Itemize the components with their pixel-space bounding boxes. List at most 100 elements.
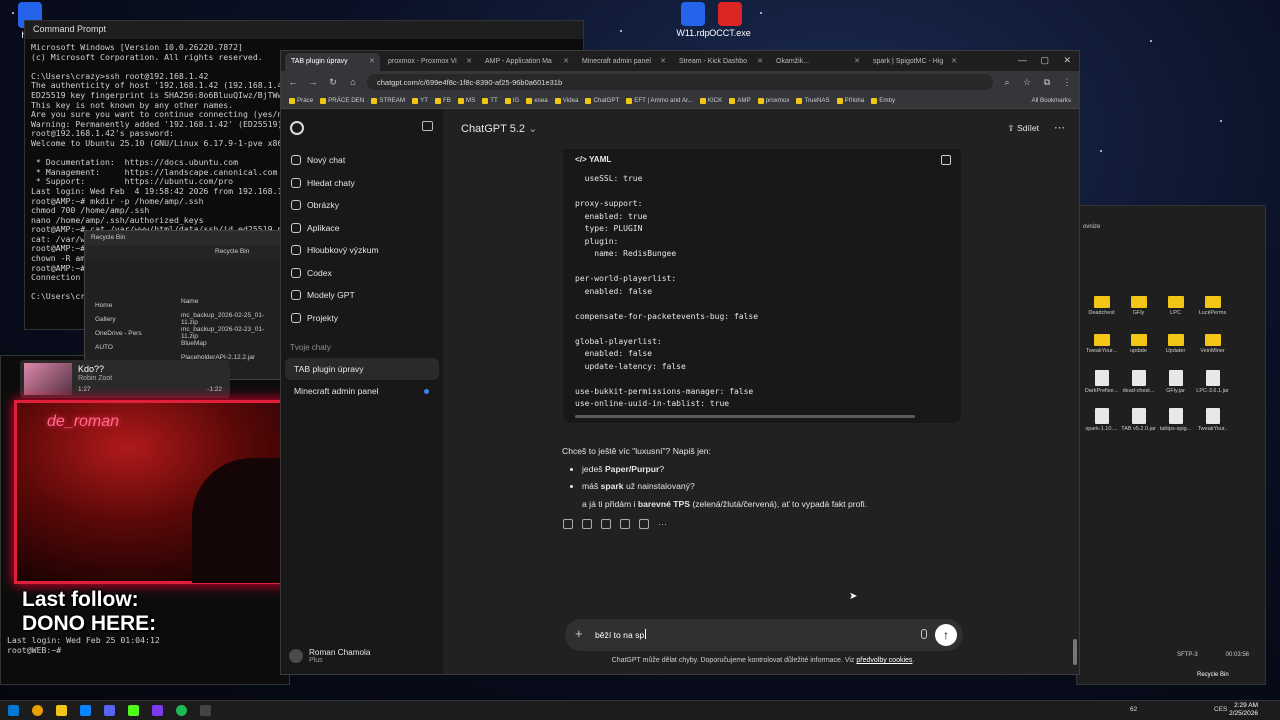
bookmark-item[interactable]: AMP: [729, 97, 751, 104]
vertical-scrollbar[interactable]: [1073, 639, 1077, 665]
close-tab-icon[interactable]: ✕: [951, 57, 957, 65]
explorer-item[interactable]: LPC: [1157, 294, 1194, 332]
bookmark-item[interactable]: FB: [435, 97, 451, 104]
bookmark-item[interactable]: esea: [526, 97, 548, 104]
bookmark-item[interactable]: KICK: [699, 97, 722, 104]
bookmark-item[interactable]: Videa: [554, 97, 578, 104]
explorer-item[interactable]: tabtps-spig...: [1157, 408, 1194, 446]
file-row[interactable]: mc_backup_2026-02-25_01-11.zip: [175, 309, 283, 326]
menu-icon[interactable]: ⋮: [1061, 77, 1073, 88]
chrome-icon[interactable]: [32, 705, 43, 716]
close-icon[interactable]: ✕: [1063, 55, 1071, 66]
file-explorer-window[interactable]: ovnize Deadchest GFly LPC LuckPerms TweakYou…: [1076, 205, 1266, 685]
send-button[interactable]: ↑: [935, 624, 957, 646]
horizontal-scrollbar[interactable]: [575, 415, 915, 418]
bookmark-item[interactable]: EFT | Ammo and Ar...: [626, 97, 693, 104]
file-row[interactable]: BlueMap: [175, 337, 283, 351]
bookmark-item[interactable]: ChatGPT: [585, 97, 619, 104]
cookie-preferences-link[interactable]: předvolby cookies: [856, 657, 912, 664]
copy-icon[interactable]: [563, 519, 573, 529]
bookmark-item[interactable]: TrueNAS: [796, 97, 830, 104]
explorer-item[interactable]: TweakYour...: [1083, 332, 1120, 370]
sidebar-toggle-icon[interactable]: [422, 121, 433, 131]
explorer-item[interactable]: dead-chest...: [1120, 370, 1157, 408]
close-tab-icon[interactable]: ✕: [466, 57, 472, 65]
model-selector[interactable]: ChatGPT 5.2 ⌄: [461, 122, 537, 135]
explorer-item[interactable]: GFly.jar: [1157, 370, 1194, 408]
chat-item[interactable]: TAB plugin úpravy: [285, 358, 439, 380]
explorer-item[interactable]: TAB v5.2.0.jar: [1120, 408, 1157, 446]
chat-item[interactable]: Minecraft admin panel: [285, 380, 439, 402]
more-icon[interactable]: ⋯: [658, 519, 667, 529]
explorer-item[interactable]: Updater: [1157, 332, 1194, 370]
user-profile[interactable]: Roman Chamola Plus: [289, 648, 370, 664]
start-icon[interactable]: [8, 705, 19, 716]
forward-icon[interactable]: →: [307, 77, 319, 87]
share-icon[interactable]: [620, 519, 630, 529]
bookmark-item[interactable]: Příloha: [836, 97, 864, 104]
close-tab-icon[interactable]: ✕: [369, 57, 375, 65]
sidebar-item[interactable]: Modely GPT: [281, 284, 443, 307]
discord-icon[interactable]: [104, 705, 115, 716]
bookmark-item[interactable]: proxmox: [757, 97, 789, 104]
copy-icon[interactable]: [941, 155, 951, 165]
url-field[interactable]: chatgpt.com/c/699e4f8c-1f8c-8390-af25-96…: [367, 74, 993, 90]
nav-onedrive[interactable]: OneDrive - Pers: [89, 327, 159, 341]
explorer-item[interactable]: LuckPerms: [1194, 294, 1231, 332]
more-options-icon[interactable]: ⋯: [1054, 121, 1065, 134]
close-tab-icon[interactable]: ✕: [563, 57, 569, 65]
sidebar-item[interactable]: Obrázky: [281, 194, 443, 217]
edge-icon[interactable]: [80, 705, 91, 716]
share-button[interactable]: ⇪ Sdílet: [1007, 123, 1039, 134]
browser-tab[interactable]: AMP - Application Ma ✕: [479, 53, 574, 71]
close-tab-icon[interactable]: ✕: [757, 57, 763, 65]
close-tab-icon[interactable]: ✕: [660, 57, 666, 65]
regenerate-icon[interactable]: [639, 519, 649, 529]
nav-auto[interactable]: AUTO: [89, 341, 159, 355]
chatgpt-logo-icon[interactable]: [290, 121, 304, 135]
explorer-item[interactable]: Deadchest: [1083, 294, 1120, 332]
spotify-icon[interactable]: [176, 705, 187, 716]
bookmark-item[interactable]: STREAM: [371, 97, 405, 104]
plus-icon[interactable]: +: [575, 626, 583, 641]
composer-input[interactable]: běží to na sp: [595, 629, 647, 640]
bookmark-item[interactable]: MS: [457, 97, 475, 104]
bookmark-item[interactable]: IG: [504, 97, 519, 104]
browser-tab[interactable]: Stream - Kick Dashbo ✕: [673, 53, 768, 71]
home-icon[interactable]: ⌂: [347, 77, 359, 87]
explorer-item[interactable]: GFly: [1120, 294, 1157, 332]
browser-window[interactable]: TAB plugin úpravy ✕ proxmox - Proxmox Vi ✕ A…: [280, 50, 1080, 675]
kick-icon[interactable]: [128, 705, 139, 716]
browser-tab[interactable]: Minecraft admin panel ✕: [576, 53, 671, 71]
bookmark-item[interactable]: PRÁCE DEN: [320, 97, 364, 104]
file-row[interactable]: mc_backup_2026-02-23_01-11.zip: [175, 323, 283, 340]
bookmark-item[interactable]: TT: [482, 97, 498, 104]
terminal-icon[interactable]: [200, 705, 211, 716]
explorer-item[interactable]: spark-1.10....: [1083, 408, 1120, 446]
app-icon[interactable]: [152, 705, 163, 716]
browser-tab[interactable]: TAB plugin úpravy ✕: [285, 53, 380, 71]
sidebar-item[interactable]: Hloubkový výzkum: [281, 239, 443, 262]
browser-tab[interactable]: proxmox - Proxmox Vi ✕: [382, 53, 477, 71]
nav-home[interactable]: Home: [89, 299, 159, 313]
media-widget[interactable]: Kdo?? Robin Zoot 1:27 -1:22: [20, 360, 230, 398]
language-indicator[interactable]: CES: [1214, 706, 1227, 713]
bookmark-item[interactable]: Emby: [871, 97, 895, 104]
explorer-item[interactable]: TweakYour..: [1194, 408, 1231, 446]
browser-tab[interactable]: spark | SpigotMC - Hig ✕: [867, 53, 962, 71]
sidebar-item[interactable]: Aplikace: [281, 217, 443, 240]
zoom-icon[interactable]: ⌕: [1001, 77, 1013, 88]
thumbs-down-icon[interactable]: [601, 519, 611, 529]
thumbs-up-icon[interactable]: [582, 519, 592, 529]
explorer-item[interactable]: VeinMiner: [1194, 332, 1231, 370]
explorer-item[interactable]: update: [1120, 332, 1157, 370]
recycle-bin-window[interactable]: Recycle Bin Recycle Bin Home Gallery One…: [84, 230, 284, 380]
browser-tab[interactable]: Okamžik... ✕: [770, 53, 865, 71]
extensions-icon[interactable]: ⧉: [1041, 77, 1053, 88]
recycle-bin-label[interactable]: Recycle Bin: [1197, 672, 1229, 678]
back-icon[interactable]: ←: [287, 77, 299, 87]
bookmark-item[interactable]: Práce: [289, 97, 313, 104]
sidebar-item[interactable]: Hledat chaty: [281, 172, 443, 195]
composer[interactable]: + běží to na sp ↑: [565, 619, 963, 651]
sidebar-item[interactable]: Codex: [281, 262, 443, 285]
